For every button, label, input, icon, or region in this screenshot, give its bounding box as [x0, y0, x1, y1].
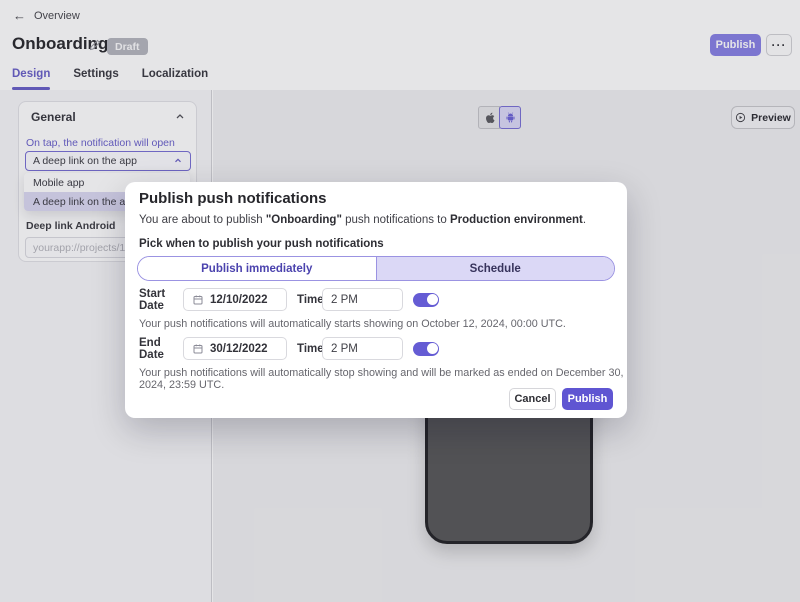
- end-time-label: Time: [297, 343, 324, 355]
- end-schedule-toggle[interactable]: [413, 342, 439, 356]
- publish-button-modal[interactable]: Publish: [562, 388, 613, 410]
- toggle-knob: [427, 343, 438, 354]
- end-date-label: End Date: [139, 337, 164, 361]
- segment-publish-immediately[interactable]: Publish immediately: [138, 257, 377, 280]
- intro-campaign-name: "Onboarding": [266, 214, 342, 226]
- publish-modal: Publish push notifications You are about…: [125, 182, 627, 418]
- start-date-input[interactable]: 12/10/2022: [183, 288, 287, 311]
- modal-title: Publish push notifications: [139, 190, 327, 207]
- end-time-input[interactable]: 2 PM: [322, 337, 403, 360]
- toggle-knob: [427, 294, 438, 305]
- end-date-input[interactable]: 30/12/2022: [183, 337, 287, 360]
- start-date-value: 12/10/2022: [210, 294, 268, 306]
- start-time-value: 2 PM: [331, 294, 358, 306]
- start-time-label: Time: [297, 294, 324, 306]
- start-time-input[interactable]: 2 PM: [322, 288, 403, 311]
- start-helper-text: Your push notifications will automatical…: [139, 318, 566, 330]
- cancel-button[interactable]: Cancel: [509, 388, 556, 410]
- segment-schedule[interactable]: Schedule: [377, 257, 615, 280]
- start-date-label: Start Date: [139, 288, 165, 312]
- calendar-icon: [192, 343, 204, 355]
- start-schedule-toggle[interactable]: [413, 293, 439, 307]
- app-root: ← Overview Onboarding Draft Publish ··· …: [0, 0, 800, 602]
- end-date-value: 30/12/2022: [210, 343, 268, 355]
- modal-intro-text: You are about to publish "Onboarding" pu…: [139, 214, 586, 226]
- pick-when-label: Pick when to publish your push notificat…: [139, 238, 384, 250]
- calendar-icon: [192, 294, 204, 306]
- intro-environment: Production environment: [450, 214, 583, 226]
- modal-footer: Cancel Publish: [509, 388, 613, 410]
- end-time-value: 2 PM: [331, 343, 358, 355]
- publish-mode-segmented-control: Publish immediately Schedule: [137, 256, 615, 281]
